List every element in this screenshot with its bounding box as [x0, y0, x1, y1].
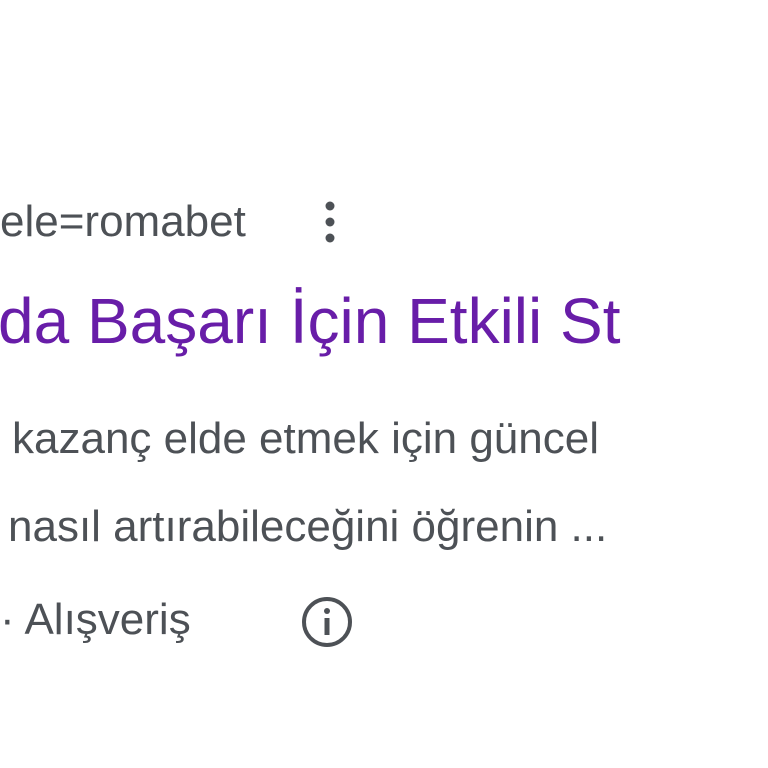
result-meta-line: · Alışveriş [0, 592, 191, 648]
result-title-link[interactable]: da Başarı İçin Etkili St [0, 284, 620, 358]
search-result: ele=romabet da Başarı İçin Etkili St kaz… [0, 0, 768, 768]
result-snippet-line-1: kazanç elde etmek için güncel [12, 414, 599, 463]
result-category: · Alışveriş [0, 595, 191, 644]
result-url-line: ele=romabet [0, 192, 246, 252]
more-vert-icon[interactable] [318, 198, 342, 246]
info-icon[interactable] [300, 595, 354, 649]
result-url[interactable]: ele=romabet [0, 197, 246, 247]
result-snippet-line-2: nasıl artırabileceğini öğrenin ... [8, 502, 608, 551]
